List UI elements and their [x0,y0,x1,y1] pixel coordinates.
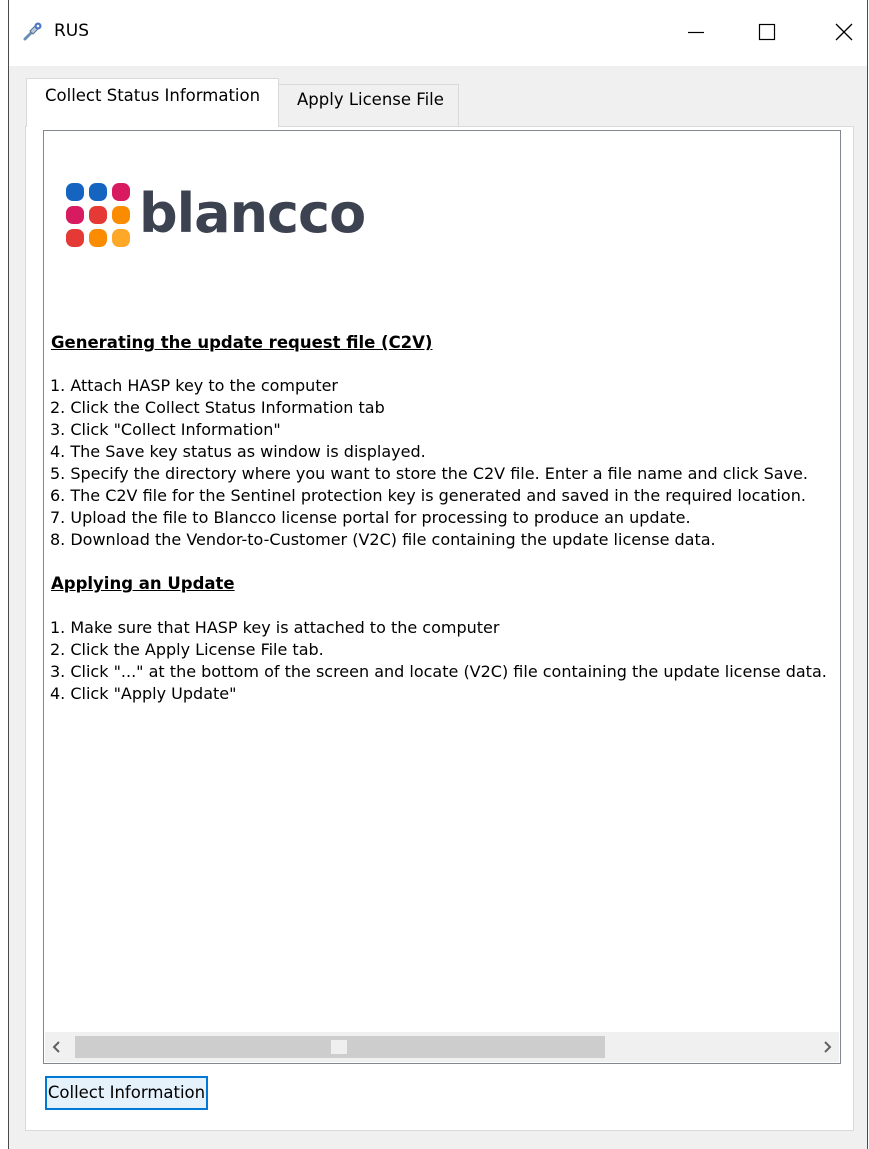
minimize-icon [688,31,704,34]
logo-dot [112,183,130,201]
c2v-steps-list: 1. Attach HASP key to the computer 2. Cl… [50,375,830,551]
list-item: 5. Specify the directory where you want … [50,464,808,483]
window-title: RUS [54,21,90,41]
apply-steps-list: 1. Make sure that HASP key is attached t… [50,617,830,705]
list-item: 3. Click "Collect Information" [50,420,281,439]
section-heading-c2v: Generating the update request file (C2V) [51,333,433,352]
close-icon [835,23,853,41]
logo-dot [112,229,130,247]
list-item: 2. Click the Apply License File tab. [50,640,324,659]
logo-dot [112,206,130,224]
tab-apply-license-file[interactable]: Apply License File [278,84,459,127]
scroll-right-arrow-icon[interactable] [819,1039,835,1055]
list-item: 2. Click the Collect Status Information … [50,398,385,417]
tab-collect-status-information[interactable]: Collect Status Information [26,78,279,127]
maximize-button[interactable] [746,14,786,50]
rus-window: RUS Collect Status Information Apply Lic… [8,0,868,1149]
title-bar: RUS [9,0,867,66]
list-item: 4. The Save key status as window is disp… [50,442,426,461]
section-heading-apply-update: Applying an Update [51,574,235,593]
logo-mark [66,183,130,247]
logo-dot [66,206,84,224]
list-item: 1. Make sure that HASP key is attached t… [50,618,500,637]
scroll-thumb[interactable] [75,1036,605,1058]
list-item: 7. Upload the file to Blancco license po… [50,508,691,527]
list-item: 6. The C2V file for the Sentinel protect… [50,486,806,505]
logo-text: blancco [139,182,366,245]
list-item: 4. Click "Apply Update" [50,684,237,703]
logo-dot [66,229,84,247]
horizontal-scrollbar[interactable] [45,1032,839,1062]
logo-dot [89,183,107,201]
maximize-icon [758,23,776,41]
app-icon [22,20,44,42]
list-item: 1. Attach HASP key to the computer [50,376,339,395]
scroll-thumb-grip [331,1040,347,1054]
logo-dot [66,183,84,201]
minimize-button[interactable] [674,14,714,50]
list-item: 8. Download the Vendor-to-Customer (V2C)… [50,530,716,549]
instructions-view: blancco Generating the update request fi… [43,130,841,1064]
logo-dot [89,229,107,247]
list-item: 3. Click "..." at the bottom of the scre… [50,662,827,681]
collect-information-button[interactable]: Collect Information [45,1076,208,1110]
close-button[interactable] [823,14,863,50]
logo-dot [89,206,107,224]
scroll-left-arrow-icon[interactable] [49,1039,65,1055]
